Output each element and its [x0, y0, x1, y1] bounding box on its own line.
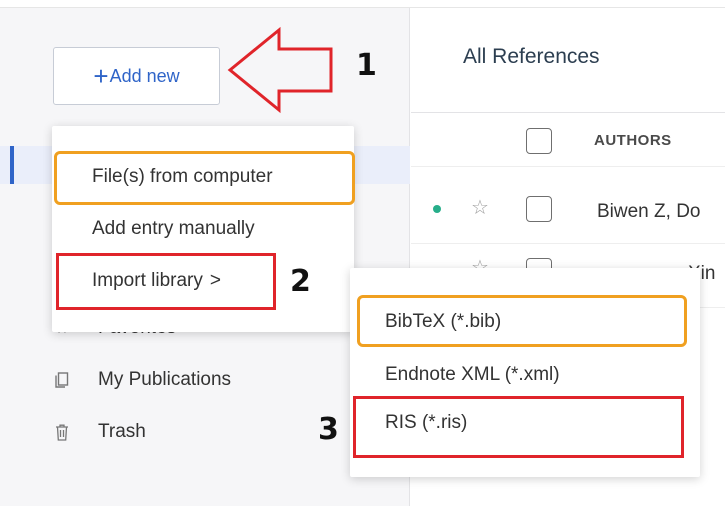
app-page: + Add new ☆ Favorites My Publications Tr… [0, 0, 725, 506]
publications-icon [55, 371, 69, 389]
row-divider [411, 243, 725, 244]
select-all-checkbox[interactable] [526, 128, 552, 154]
menu-item-import-library[interactable]: Import library > [92, 270, 221, 292]
menu-item-label: Import library [92, 270, 203, 291]
menu-item-files-from-computer[interactable]: File(s) from computer [92, 166, 273, 188]
sidebar-item-trash[interactable]: Trash [55, 418, 146, 446]
row-checkbox[interactable] [526, 196, 552, 222]
favorite-star-icon[interactable]: ☆ [471, 198, 489, 218]
add-new-label: Add new [109, 65, 180, 86]
menu-item-bibtex[interactable]: BibTeX (*.bib) [385, 311, 501, 333]
chevron-right-icon: > [209, 270, 221, 291]
page-title: All References [463, 45, 600, 68]
menu-item-ris[interactable]: RIS (*.ris) [385, 412, 467, 434]
sidebar-item-label: My Publications [98, 369, 232, 390]
row-divider [411, 166, 725, 167]
step-number-1: 1 [356, 48, 377, 83]
step-number-3: 3 [318, 412, 339, 447]
step-number-2: 2 [290, 264, 311, 299]
menu-item-endnote-xml[interactable]: Endnote XML (*.xml) [385, 364, 560, 386]
plus-icon: + [93, 61, 109, 91]
menu-item-label: File(s) from computer [92, 166, 273, 187]
column-header-authors[interactable]: AUTHORS [594, 132, 672, 149]
unread-dot [433, 205, 441, 213]
menu-item-add-entry-manually[interactable]: Add entry manually [92, 218, 255, 240]
menu-item-label: Endnote XML (*.xml) [385, 364, 560, 385]
add-new-button[interactable]: + Add new [53, 47, 220, 105]
menu-item-label: RIS (*.ris) [385, 412, 468, 433]
trash-icon [55, 423, 69, 441]
annotation-arrow-icon [227, 26, 333, 114]
table-cell-authors[interactable]: Biwen Z, Do [597, 201, 700, 223]
sidebar-item-label: Trash [98, 421, 146, 442]
menu-item-label: BibTeX (*.bib) [385, 311, 502, 332]
sidebar-item-my-publications[interactable]: My Publications [55, 366, 231, 394]
menu-item-label: Add entry manually [92, 218, 255, 239]
sidebar-active-indicator [10, 146, 14, 184]
header-divider [411, 112, 725, 113]
